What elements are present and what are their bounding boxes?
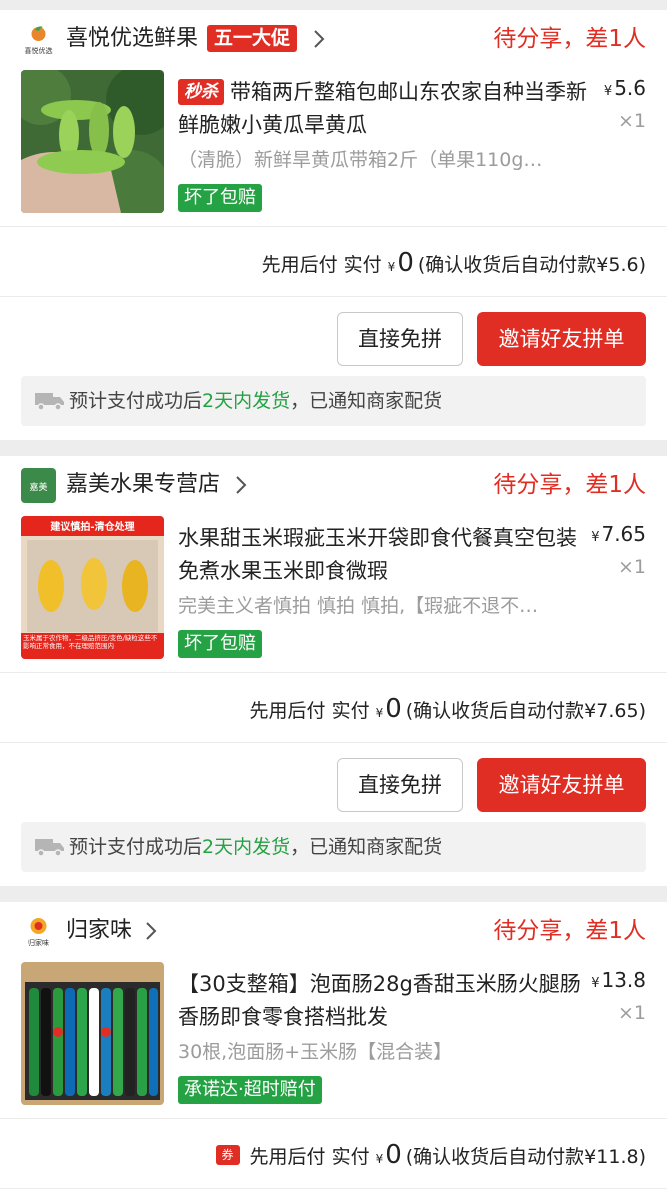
shop-header[interactable]: 归家味 归家味 待分享，差1人	[0, 902, 667, 962]
product-title[interactable]: 【30支整箱】泡面肠28g香甜玉米肠火腿肠香肠即食零食搭档批发	[178, 968, 590, 1034]
svg-text:嘉美: 嘉美	[29, 481, 47, 493]
shop-name[interactable]: 归家味	[66, 916, 132, 946]
product-title-text: 水果甜玉米瑕疵玉米开袋即食代餐真空包装免煮水果玉米即食微瑕	[178, 526, 577, 583]
product-title[interactable]: 水果甜玉米瑕疵玉米开袋即食代餐真空包装免煮水果玉米即食微瑕	[178, 522, 590, 588]
direct-buy-button[interactable]: 直接免拼	[337, 758, 463, 812]
shipping-text: 预计支付成功后2天内发货，已通知商家配货	[69, 390, 443, 412]
chevron-right-icon[interactable]	[145, 921, 157, 941]
truck-icon	[35, 393, 64, 411]
product-spec: 完美主义者慎拍 慎拍 慎拍,【瑕疵不退不…	[178, 595, 539, 617]
chevron-right-icon[interactable]	[235, 475, 247, 495]
divider	[0, 226, 667, 227]
order-status: 待分享，差1人	[493, 26, 646, 52]
shop-name[interactable]: 嘉美水果专营店	[66, 470, 220, 500]
product-price: ¥7.65	[591, 522, 646, 546]
guarantee-tag: 坏了包赔	[178, 630, 262, 658]
guarantee-tag: 坏了包赔	[178, 184, 262, 212]
truck-icon	[35, 839, 64, 857]
product-image[interactable]	[21, 962, 164, 1105]
shipping-notice: 预计支付成功后2天内发货，已通知商家配货	[21, 822, 646, 872]
divider	[0, 296, 667, 297]
shipping-text: 预计支付成功后2天内发货，已通知商家配货	[69, 836, 443, 858]
promo-badge: 五一大促	[207, 25, 298, 52]
payment-summary: 券先用后付 实付 ¥0 (确认收货后自动付款¥11.8)	[215, 1138, 646, 1172]
shop-name[interactable]: 喜悦优选鲜果	[66, 24, 198, 54]
divider	[0, 1118, 667, 1119]
product-image[interactable]	[21, 70, 164, 213]
svg-text:建议慎拍-清仓处理: 建议慎拍-清仓处理	[49, 520, 134, 533]
order-status: 待分享，差1人	[493, 918, 646, 944]
shop-logo-icon: 喜悦优选	[21, 22, 56, 57]
payment-summary: 先用后付 实付 ¥0 (确认收货后自动付款¥7.65)	[249, 694, 646, 724]
product-title-text: 带箱两斤整箱包邮山东农家自种当季新鲜脆嫩小黄瓜旱黄瓜	[178, 80, 587, 137]
order-card: 嘉美 嘉美水果专营店 待分享，差1人 建议慎拍-清仓处理 玉米属于农作物，二级品…	[0, 456, 667, 886]
shop-logo-icon: 归家味	[21, 914, 56, 949]
shop-header[interactable]: 喜悦优选 喜悦优选鲜果 五一大促 待分享，差1人	[0, 10, 667, 70]
product-price: ¥5.6	[603, 76, 646, 100]
guarantee-tag: 承诺达·超时赔付	[178, 1076, 322, 1104]
chevron-right-icon[interactable]	[313, 29, 325, 49]
shop-logo-icon: 嘉美	[21, 468, 56, 503]
order-status: 待分享，差1人	[493, 472, 646, 498]
product-spec: 30根,泡面肠+玉米肠【混合装】	[178, 1041, 453, 1063]
product-quantity: ×1	[617, 556, 646, 578]
product-quantity: ×1	[617, 110, 646, 132]
svg-text:喜悦优选: 喜悦优选	[25, 46, 53, 55]
shipping-notice: 预计支付成功后2天内发货，已通知商家配货	[21, 376, 646, 426]
product-price: ¥13.8	[591, 968, 646, 992]
product-title-text: 【30支整箱】泡面肠28g香甜玉米肠火腿肠香肠即食零食搭档批发	[178, 972, 581, 1029]
divider	[0, 672, 667, 673]
invite-friend-button[interactable]: 邀请好友拼单	[477, 758, 646, 812]
divider	[0, 742, 667, 743]
coupon-badge: 券	[215, 1145, 240, 1165]
flash-sale-badge: 秒杀	[178, 79, 224, 105]
product-image[interactable]: 建议慎拍-清仓处理 玉米属于农作物，二级品挤压/变色/缺粒这些不影响正常食用，不…	[21, 516, 164, 659]
invite-friend-button[interactable]: 邀请好友拼单	[477, 312, 646, 366]
order-card: 喜悦优选 喜悦优选鲜果 五一大促 待分享，差1人 秒杀 带箱两斤整箱包邮山东农家自…	[0, 10, 667, 440]
divider	[0, 1188, 667, 1189]
product-quantity: ×1	[617, 1002, 646, 1024]
product-title[interactable]: 秒杀 带箱两斤整箱包邮山东农家自种当季新鲜脆嫩小黄瓜旱黄瓜	[178, 76, 590, 142]
svg-text:归家味: 归家味	[28, 938, 49, 947]
shop-header[interactable]: 嘉美 嘉美水果专营店 待分享，差1人	[0, 456, 667, 516]
product-spec: （清脆）新鲜旱黄瓜带箱2斤（单果110g…	[178, 149, 543, 171]
order-card: 归家味 归家味 待分享，差1人 【30支整箱】泡面肠28g香甜玉米肠火腿肠香肠即…	[0, 902, 667, 1200]
payment-summary: 先用后付 实付 ¥0 (确认收货后自动付款¥5.6)	[261, 248, 646, 278]
direct-buy-button[interactable]: 直接免拼	[337, 312, 463, 366]
